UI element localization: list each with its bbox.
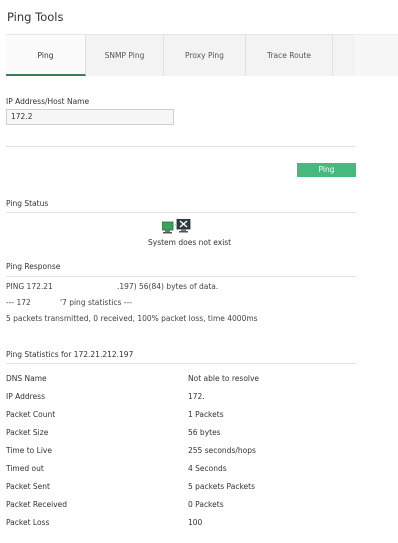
- stat-label: Timed out: [6, 464, 44, 473]
- tab-bar: Ping SNMP Ping Proxy Ping Trace Route: [6, 34, 355, 76]
- stat-value: 4 Seconds: [188, 464, 227, 473]
- tab-bar-filler: [355, 34, 398, 76]
- stat-value: 56 bytes: [188, 428, 221, 437]
- monitor-error-icon: [161, 218, 192, 234]
- ping-button[interactable]: Ping: [297, 163, 356, 177]
- response-line: 5 packets transmitted, 0 received, 100% …: [6, 314, 258, 323]
- stat-label: DNS Name: [6, 374, 47, 383]
- response-line: PING 172.21: [6, 282, 53, 291]
- stat-label: Packet Size: [6, 428, 49, 437]
- stat-value: 0 Packets: [188, 500, 224, 509]
- response-line: '7 ping statistics ---: [60, 298, 132, 307]
- ip-address-input[interactable]: 172.2: [6, 109, 174, 125]
- stat-value: 5 packets Packets: [188, 482, 256, 491]
- divider: [6, 146, 356, 147]
- stat-label: IP Address: [6, 392, 45, 401]
- stat-label: Time to Live: [6, 446, 52, 455]
- response-line: .197) 56(84) bytes of data.: [117, 282, 219, 291]
- stat-value: 100: [188, 518, 203, 527]
- divider: [6, 212, 356, 213]
- stat-value: 255 seconds/hops: [188, 446, 256, 455]
- divider: [6, 363, 356, 364]
- tab-snmp-ping[interactable]: SNMP Ping: [86, 35, 164, 76]
- ping-response-heading: Ping Response: [6, 262, 61, 271]
- stat-label: Packet Loss: [6, 518, 50, 527]
- ping-status-heading: Ping Status: [6, 199, 49, 208]
- tab-proxy-ping[interactable]: Proxy Ping: [164, 35, 246, 76]
- tab-trace-route[interactable]: Trace Route: [246, 35, 333, 76]
- stat-value: Not able to resolve: [188, 374, 260, 383]
- status-message: System does not exist: [148, 238, 232, 247]
- stat-label: Packet Count: [6, 410, 56, 419]
- tab-ping[interactable]: Ping: [6, 35, 86, 76]
- stat-value: 172.: [188, 392, 205, 401]
- divider: [6, 276, 356, 277]
- ip-field-label: IP Address/Host Name: [6, 97, 90, 106]
- ping-statistics-heading: Ping Statistics for 172.21.212.197: [6, 350, 134, 359]
- stat-value: 1 Packets: [188, 410, 224, 419]
- stat-label: Packet Sent: [6, 482, 50, 491]
- page-title: Ping Tools: [7, 10, 64, 24]
- stat-label: Packet Received: [6, 500, 68, 509]
- response-line: --- 172: [6, 298, 31, 307]
